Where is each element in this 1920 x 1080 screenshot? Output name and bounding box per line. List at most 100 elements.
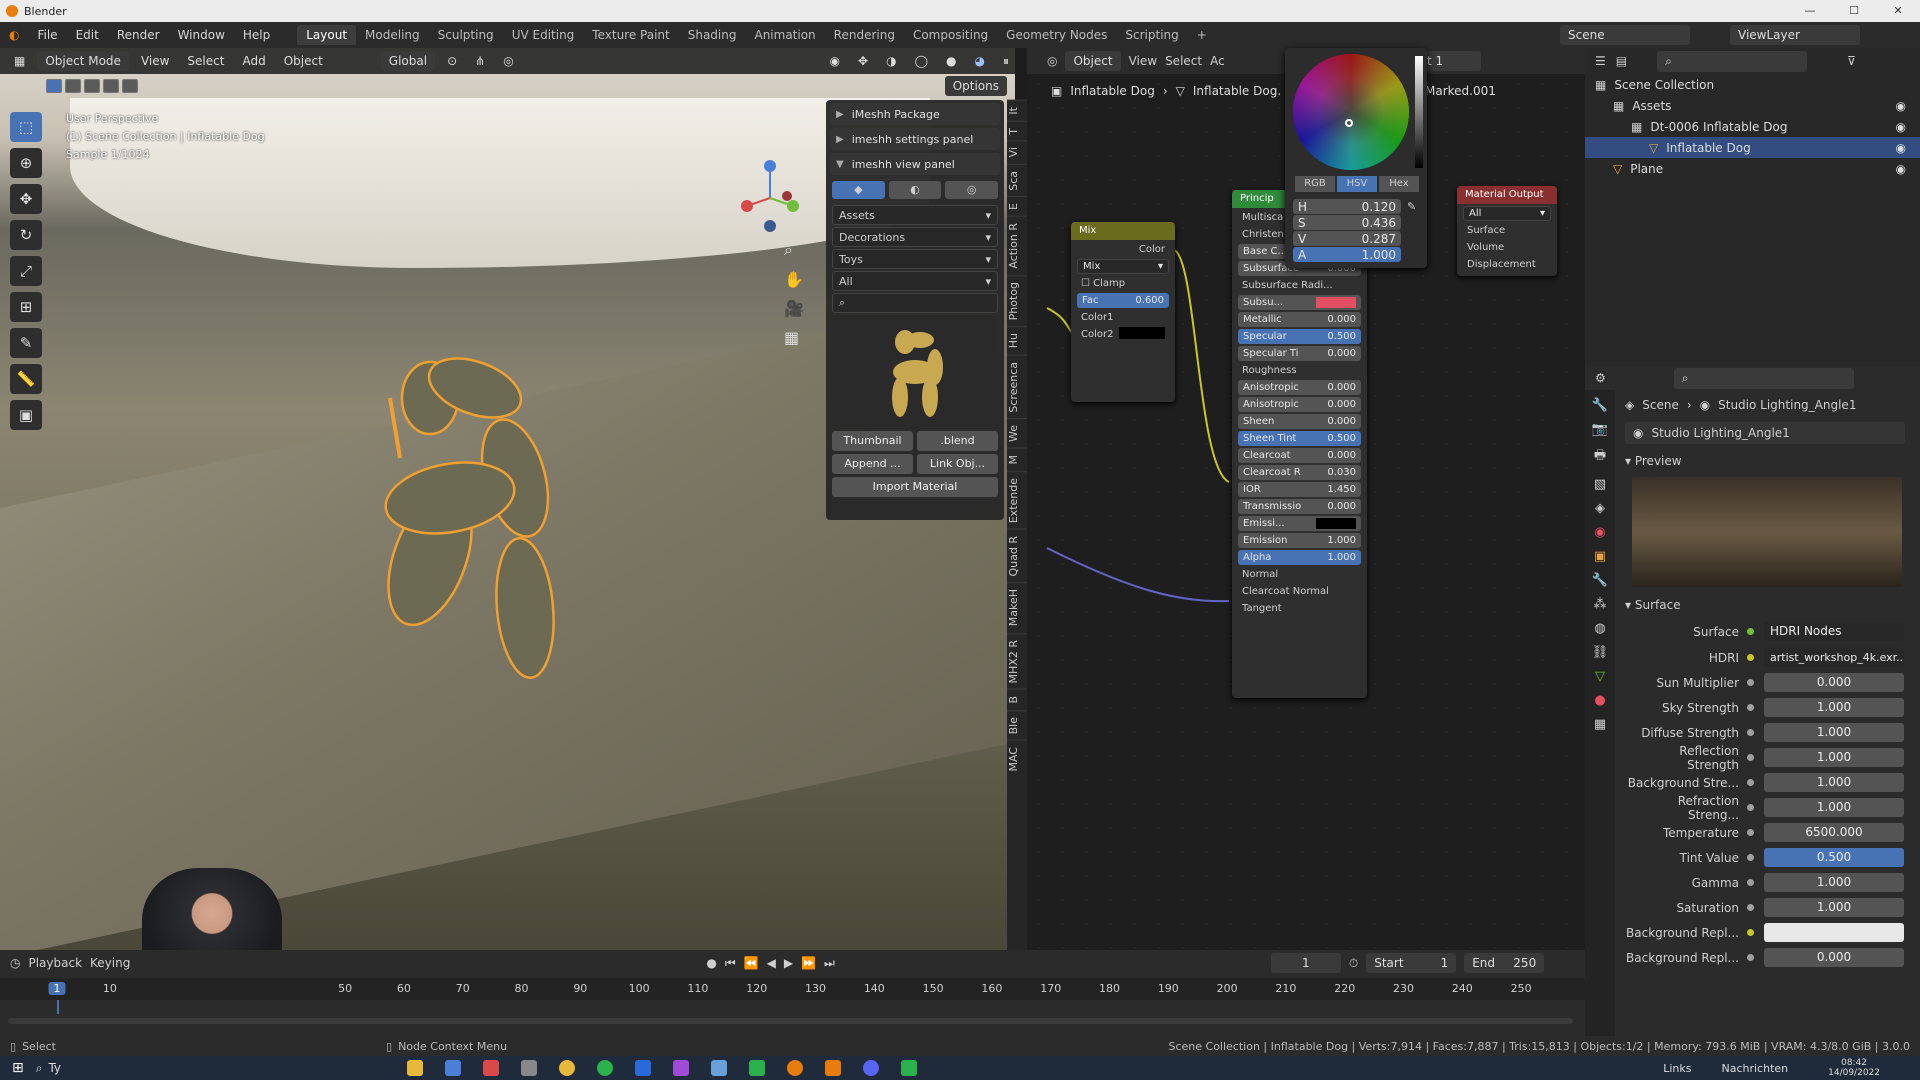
ortho-grid-icon[interactable]: ▦ — [784, 328, 804, 347]
sidebar-tab-action-r[interactable]: Action R — [1007, 216, 1027, 275]
object-mode-dropdown[interactable]: Object Mode — [37, 51, 129, 71]
app-icon[interactable] — [824, 1060, 841, 1076]
outliner-row[interactable]: ▦ Scene Collection — [1585, 74, 1920, 95]
shading-solid-icon[interactable]: ● — [940, 52, 962, 70]
material-output-node[interactable]: Material Output All ▾ Surface Volume Disp… — [1457, 186, 1557, 276]
viewport-menu-add[interactable]: Add — [236, 52, 271, 70]
menu-help[interactable]: Help — [234, 28, 279, 42]
section-imeshh-settings[interactable]: ▶ imeshh settings panel — [830, 128, 1000, 150]
add-cube-tool-icon[interactable]: ▣ — [10, 400, 42, 430]
shading-rendered-icon[interactable]: ◕ — [969, 52, 991, 70]
snap-icon[interactable]: ⋔ — [469, 52, 491, 70]
render-tab-icon[interactable]: 📷 — [1592, 422, 1608, 437]
hdri-input-row[interactable]: Background Repl... — [1625, 922, 1915, 943]
viewport-menu-select[interactable]: Select — [181, 52, 230, 70]
start-frame-field[interactable]: Start 1 — [1366, 953, 1457, 973]
object-tab-icon[interactable]: ▣ — [1594, 549, 1606, 564]
sidebar-tab-b[interactable]: B — [1007, 689, 1027, 710]
hdri-mode-icon[interactable]: ◎ — [945, 181, 999, 199]
sidebar-tab-tool[interactable]: T — [1007, 120, 1027, 141]
hdri-input-row[interactable]: Sky Strength 1.000 — [1625, 697, 1915, 718]
thumbnail-button[interactable]: Thumbnail — [832, 431, 913, 451]
properties-search-input[interactable]: ⌕ — [1673, 367, 1854, 389]
principled-input-row[interactable]: Sheen 0.000 — [1238, 414, 1361, 429]
outliner-editor-icon[interactable]: ☰ — [1595, 54, 1606, 68]
principled-input-row[interactable]: Roughness — [1238, 363, 1361, 378]
modifier-tab-icon[interactable]: 🔧 — [1592, 573, 1608, 588]
import-material-button[interactable]: Import Material — [832, 477, 998, 497]
end-frame-field[interactable]: End 250 — [1464, 953, 1545, 973]
mix-blend-dropdown[interactable]: Mix ▾ — [1077, 259, 1169, 274]
workspace-tab-texture-paint[interactable]: Texture Paint — [583, 25, 678, 45]
displacement-socket[interactable]: Displacement — [1463, 257, 1551, 272]
data-tab-icon[interactable]: ▽ — [1595, 669, 1605, 684]
material-tab-icon[interactable]: ● — [1594, 693, 1605, 708]
scene-selector[interactable]: Scene — [1560, 25, 1690, 45]
current-frame-field[interactable]: 1 — [1270, 953, 1341, 973]
principled-input-row[interactable]: Specular 0.500 — [1238, 329, 1361, 344]
hdri-input-row[interactable]: Temperature 6500.000 — [1625, 822, 1915, 843]
workspace-tab-layout[interactable]: Layout — [297, 25, 357, 45]
mix-node[interactable]: Mix Color Mix ▾ ☐ Clamp Fac 0.600 Color1 C… — [1071, 222, 1175, 402]
blender-taskbar-icon[interactable] — [786, 1060, 803, 1076]
transform-tool-icon[interactable]: ⊞ — [10, 292, 42, 322]
select-intersect-icon[interactable] — [122, 79, 138, 93]
pan-hand-icon[interactable]: ✋ — [784, 270, 804, 289]
color-mode-hsv[interactable]: HSV — [1337, 176, 1377, 192]
playhead[interactable] — [57, 1000, 59, 1014]
menu-window[interactable]: Window — [169, 28, 234, 42]
world-name-field[interactable]: Studio Lighting_Angle1 — [1651, 426, 1789, 440]
menu-render[interactable]: Render — [108, 28, 169, 42]
world-datablock-selector[interactable]: ◉ Studio Lighting_Angle1 — [1625, 422, 1905, 444]
outliner-row[interactable]: ▦ Dt-0006 Inflatable Dog ◉ — [1585, 116, 1920, 137]
outliner-row[interactable]: ▦ Assets ◉ — [1585, 95, 1920, 116]
options-dropdown[interactable]: Options — [944, 76, 1007, 96]
app-icon[interactable] — [520, 1060, 537, 1076]
gizmo-toggle-icon[interactable]: ✥ — [852, 52, 874, 70]
view-layer-selector[interactable]: ViewLayer — [1730, 25, 1860, 45]
sidebar-tab-extende[interactable]: Extende — [1007, 470, 1027, 529]
hdri-input-row[interactable]: Reflection Strength 1.000 — [1625, 744, 1915, 772]
output-tab-icon[interactable]: 🖶 — [1594, 446, 1606, 468]
world-tab-icon[interactable]: ◉ — [1594, 525, 1605, 540]
hue-field[interactable]: H 0.120 — [1293, 199, 1401, 214]
jump-end-icon[interactable]: ⏭ — [824, 956, 835, 971]
timeline-frame-ruler[interactable]: 1 10 50 60 70 80 90 100 110 120 130 140 150 160 170 180… — [0, 978, 1585, 1014]
physics-tab-icon[interactable]: ◍ — [1594, 621, 1605, 636]
principled-input-row[interactable]: Emission 1.000 — [1238, 533, 1361, 548]
visibility-eye-icon[interactable]: ◉ — [1896, 99, 1906, 113]
sidebar-tab-screenca[interactable]: Screenca — [1007, 354, 1027, 419]
sidebar-tab-hu[interactable]: Hu — [1007, 326, 1027, 355]
principled-input-row[interactable]: Subsu... — [1238, 295, 1361, 310]
taskbar-clock[interactable]: 08:42 14/09/2022 — [1828, 1058, 1880, 1078]
proportional-edit-icon[interactable]: ◎ — [497, 52, 519, 70]
alpha-field[interactable]: A 1.000 — [1293, 247, 1401, 262]
visibility-eye-icon[interactable]: ◉ — [1896, 120, 1906, 134]
annotate-tool-icon[interactable]: ✎ — [10, 328, 42, 358]
color-mode-rgb[interactable]: RGB — [1295, 176, 1335, 192]
hdri-input-row[interactable]: Background Repl... 0.000 — [1625, 947, 1915, 968]
category-dropdown-toys[interactable]: Toys ▾ — [832, 249, 998, 269]
select-box-tool-icon[interactable]: ⬚ — [10, 112, 42, 142]
select-new-icon[interactable] — [46, 79, 62, 93]
view-layer-tab-icon[interactable]: ▧ — [1594, 477, 1606, 492]
app-icon[interactable] — [444, 1060, 461, 1076]
principled-input-row[interactable]: Alpha 1.000 — [1238, 550, 1361, 565]
viewport-menu-object[interactable]: Object — [278, 52, 329, 70]
windows-start-icon[interactable]: ⊞ — [12, 1060, 24, 1076]
taskbar-news[interactable]: Nachrichten — [1721, 1062, 1788, 1075]
cursor-tool-icon[interactable]: ⊕ — [10, 148, 42, 178]
editor-type-icon[interactable]: ▦ — [8, 52, 31, 70]
minimize-button[interactable]: — — [1788, 0, 1832, 22]
menu-file[interactable]: File — [28, 28, 66, 42]
visibility-icon[interactable]: ◉ — [824, 52, 846, 70]
workspace-tab-scripting[interactable]: Scripting — [1116, 25, 1187, 45]
principled-input-row[interactable]: Specular Ti 0.000 — [1238, 346, 1361, 361]
principled-input-row[interactable]: Normal — [1238, 567, 1361, 582]
constraints-tab-icon[interactable]: ⛓ — [1592, 645, 1609, 660]
filter-icon[interactable]: ⊽ — [1847, 54, 1856, 68]
measure-tool-icon[interactable]: 📏 — [10, 364, 42, 394]
mix-clamp-checkbox[interactable]: ☐ Clamp — [1077, 276, 1169, 291]
hdri-image-row[interactable]: HDRI artist_workshop_4k.exr... — [1625, 647, 1915, 668]
value-field[interactable]: V 0.287 — [1293, 231, 1401, 246]
